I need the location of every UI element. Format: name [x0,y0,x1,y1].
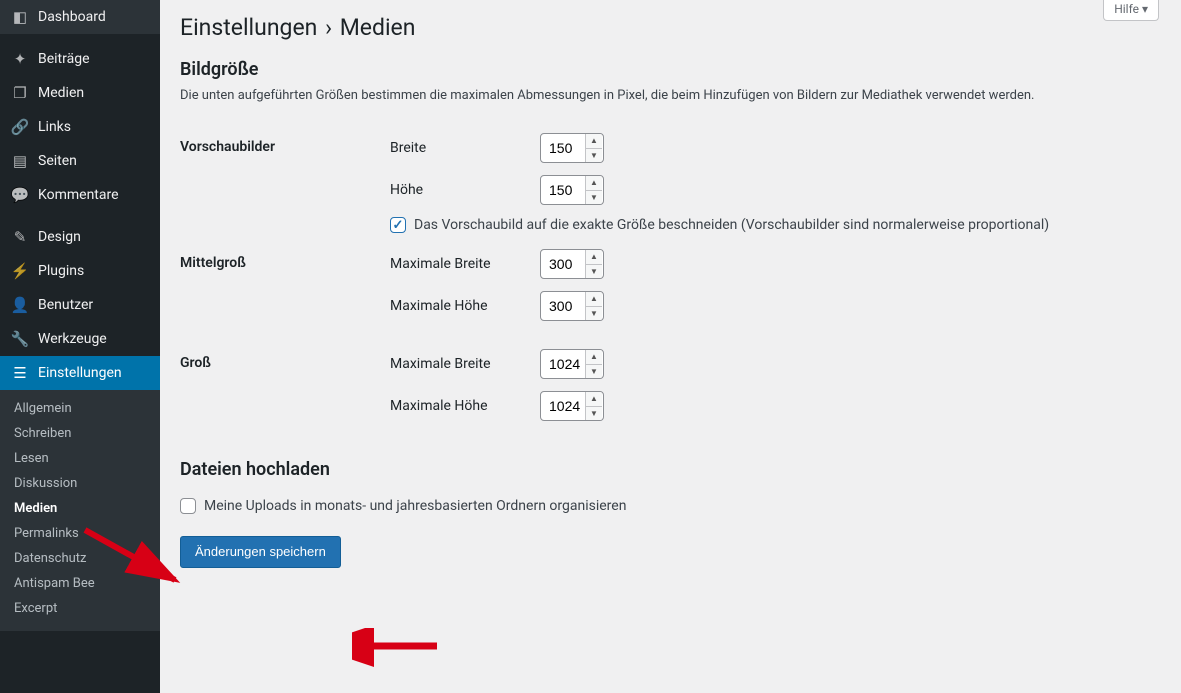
sidebar-item-label: Plugins [38,263,84,279]
stepper-down-icon[interactable]: ▼ [586,306,602,321]
medium-height-label: Maximale Höhe [390,298,540,314]
sidebar-item-werkzeuge[interactable]: 🔧 Werkzeuge [0,322,160,356]
settings-icon: ☰ [10,364,30,382]
section-heading-image-size: Bildgröße [180,59,1161,80]
breadcrumb-sep: › [323,14,334,41]
medium-height-stepper[interactable]: ▲▼ [540,291,604,321]
submenu-item-schreiben[interactable]: Schreiben [0,421,160,446]
stepper-up-icon[interactable]: ▲ [586,350,602,364]
large-height-stepper[interactable]: ▲▼ [540,391,604,421]
row-label-large: Groß [180,341,390,441]
main-content: Hilfe ▾ Einstellungen › Medien Bildgröße… [160,0,1181,693]
help-tab[interactable]: Hilfe ▾ [1103,0,1159,21]
medium-width-label: Maximale Breite [390,256,540,272]
stepper-down-icon[interactable]: ▼ [586,190,602,205]
large-width-stepper[interactable]: ▲▼ [540,349,604,379]
stepper-down-icon[interactable]: ▼ [586,406,602,421]
sidebar-item-label: Dashboard [38,9,106,25]
large-height-input[interactable] [541,392,585,420]
sidebar-item-label: Werkzeuge [38,331,107,347]
submenu-item-antispam bee[interactable]: Antispam Bee [0,571,160,596]
section-heading-upload: Dateien hochladen [180,459,1161,480]
large-height-label: Maximale Höhe [390,398,540,414]
sidebar-item-label: Medien [38,85,84,101]
thumb-crop-checkbox[interactable] [390,217,406,233]
medium-height-input[interactable] [541,292,585,320]
stepper-down-icon[interactable]: ▼ [586,264,602,279]
stepper-down-icon[interactable]: ▼ [586,364,602,379]
sidebar-item-design[interactable]: ✎ Design [0,220,160,254]
submenu-item-datenschutz[interactable]: Datenschutz [0,546,160,571]
link-icon: 🔗 [10,118,30,136]
sidebar-item-beiträge[interactable]: ✦ Beiträge [0,42,160,76]
large-width-label: Maximale Breite [390,356,540,372]
sidebar-item-einstellungen[interactable]: ☰ Einstellungen [0,356,160,390]
sidebar-item-label: Benutzer [38,297,93,313]
stepper-up-icon[interactable]: ▲ [586,250,602,264]
organize-uploads-label: Meine Uploads in monats- und jahresbasie… [204,498,626,514]
stepper-up-icon[interactable]: ▲ [586,292,602,306]
thumb-width-input[interactable] [541,134,585,162]
submenu-item-excerpt[interactable]: Excerpt [0,596,160,621]
stepper-down-icon[interactable]: ▼ [586,148,602,163]
save-button[interactable]: Änderungen speichern [180,536,341,568]
sidebar-item-label: Einstellungen [38,365,122,381]
thumb-height-input[interactable] [541,176,585,204]
comments-icon: 💬 [10,186,30,204]
sidebar-item-label: Seiten [38,153,77,169]
thumb-width-label: Breite [390,140,540,156]
organize-uploads-checkbox[interactable] [180,498,196,514]
breadcrumb-root: Einstellungen [180,14,317,41]
dashboard-icon: ◧ [10,8,30,26]
large-width-input[interactable] [541,350,585,378]
thumb-height-label: Höhe [390,182,540,198]
brush-icon: ✎ [10,228,30,246]
user-icon: 👤 [10,296,30,314]
media-icon: ❐ [10,84,30,102]
thumb-crop-label: Das Vorschaubild auf die exakte Größe be… [414,217,1049,233]
submenu-item-permalinks[interactable]: Permalinks [0,521,160,546]
plug-icon: ⚡ [10,262,30,280]
medium-width-stepper[interactable]: ▲▼ [540,249,604,279]
breadcrumb-leaf: Medien [340,14,416,41]
sidebar-item-medien[interactable]: ❐ Medien [0,76,160,110]
thumb-height-stepper[interactable]: ▲▼ [540,175,604,205]
row-label-thumbnail: Vorschaubilder [180,125,390,241]
medium-width-input[interactable] [541,250,585,278]
submenu-item-lesen[interactable]: Lesen [0,446,160,471]
sidebar-item-dashboard[interactable]: ◧ Dashboard [0,0,160,34]
pin-icon: ✦ [10,50,30,68]
submenu-item-diskussion[interactable]: Diskussion [0,471,160,496]
stepper-up-icon[interactable]: ▲ [586,392,602,406]
stepper-up-icon[interactable]: ▲ [586,176,602,190]
sidebar-item-label: Kommentare [38,187,119,203]
pages-icon: ▤ [10,152,30,170]
admin-sidebar: ◧ Dashboard ✦ Beiträge ❐ Medien 🔗 Links ▤ Seiten 💬… [0,0,160,693]
settings-submenu: AllgemeinSchreibenLesenDiskussionMedienP… [0,390,160,631]
sidebar-item-links[interactable]: 🔗 Links [0,110,160,144]
row-label-medium: Mittelgroß [180,241,390,341]
submenu-item-allgemein[interactable]: Allgemein [0,396,160,421]
thumb-width-stepper[interactable]: ▲▼ [540,133,604,163]
sidebar-item-label: Links [38,119,71,135]
sidebar-item-plugins[interactable]: ⚡ Plugins [0,254,160,288]
image-size-description: Die unten aufgeführten Größen bestimmen … [180,88,1161,103]
sidebar-item-label: Design [38,229,81,245]
sidebar-item-seiten[interactable]: ▤ Seiten [0,144,160,178]
sidebar-item-benutzer[interactable]: 👤 Benutzer [0,288,160,322]
sidebar-item-label: Beiträge [38,51,90,67]
stepper-up-icon[interactable]: ▲ [586,134,602,148]
submenu-item-medien[interactable]: Medien [0,496,160,521]
tools-icon: 🔧 [10,330,30,348]
sidebar-item-kommentare[interactable]: 💬 Kommentare [0,178,160,212]
page-title: Einstellungen › Medien [180,14,1161,41]
